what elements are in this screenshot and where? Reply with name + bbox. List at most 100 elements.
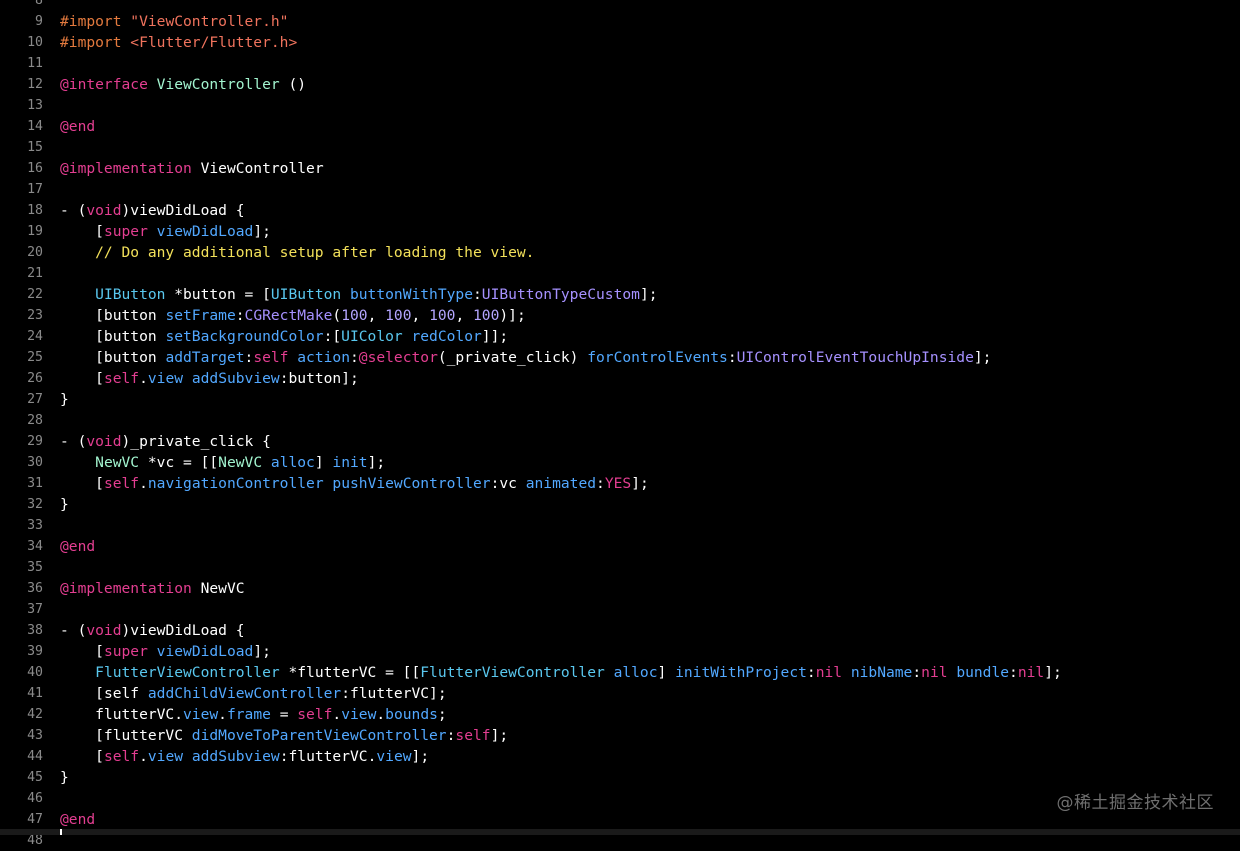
- code-token: ];: [367, 453, 386, 471]
- code-token: ]: [314, 453, 333, 471]
- code-line[interactable]: 37: [0, 599, 1240, 620]
- code-token: :flutterVC.: [279, 747, 377, 765]
- code-token: "ViewController.h": [130, 12, 289, 30]
- code-line[interactable]: 9 #import "ViewController.h": [0, 11, 1240, 32]
- code-token: *vc = [[: [139, 453, 219, 471]
- code-token: bounds: [385, 705, 438, 723]
- code-line[interactable]: 38 - (void)viewDidLoad {: [0, 620, 1240, 641]
- code-line[interactable]: 20 // Do any additional setup after load…: [0, 242, 1240, 263]
- code-token: addChildViewController: [147, 684, 342, 702]
- line-number: 15: [27, 139, 43, 155]
- line-number: 22: [27, 286, 43, 302]
- code-token: flutterVC.: [60, 705, 184, 723]
- code-line[interactable]: 29 - (void)_private_click {: [0, 431, 1240, 452]
- line-code: #import <Flutter/Flutter.h>: [60, 32, 297, 53]
- code-token: ];: [973, 348, 992, 366]
- code-line[interactable]: 24 [button setBackgroundColor:[UIColor r…: [0, 326, 1240, 347]
- code-line[interactable]: 46: [0, 788, 1240, 809]
- code-token: ];: [253, 222, 271, 240]
- code-token: UIControlEventTouchUpInside: [736, 348, 974, 366]
- code-line[interactable]: 12 @interface ViewController (): [0, 74, 1240, 95]
- line-code: [button addTarget:self action:@selector(…: [60, 347, 991, 368]
- code-line[interactable]: 41 [self addChildViewController:flutterV…: [0, 683, 1240, 704]
- code-token: self: [103, 747, 140, 765]
- code-line[interactable]: 31 [self.navigationController pushViewCo…: [0, 473, 1240, 494]
- code-line[interactable]: 26 [self.view addSubview:button];: [0, 368, 1240, 389]
- code-line[interactable]: 42 flutterVC.view.frame = self.view.boun…: [0, 704, 1240, 725]
- code-token: redColor: [411, 327, 482, 345]
- code-line[interactable]: 17: [0, 179, 1240, 200]
- code-line[interactable]: 23 [button setFrame:CGRectMake(100, 100,…: [0, 305, 1240, 326]
- code-line[interactable]: 44 [self.view addSubview:flutterVC.view]…: [0, 746, 1240, 767]
- code-token: }: [60, 495, 69, 513]
- code-token: )_private_click {: [121, 432, 271, 450]
- line-number: 38: [27, 622, 43, 638]
- code-token: )viewDidLoad {: [121, 621, 245, 639]
- code-line[interactable]: 39 [super viewDidLoad];: [0, 641, 1240, 662]
- line-number: 26: [27, 370, 43, 386]
- code-token: [button: [60, 306, 166, 324]
- code-line[interactable]: 16 @implementation ViewController: [0, 158, 1240, 179]
- code-line[interactable]: 14 @end: [0, 116, 1240, 137]
- code-token: void: [86, 432, 122, 450]
- code-line[interactable]: 21: [0, 263, 1240, 284]
- code-token: :: [806, 663, 816, 681]
- code-line[interactable]: 11: [0, 53, 1240, 74]
- code-line[interactable]: 25 [button addTarget:self action:@select…: [0, 347, 1240, 368]
- code-line[interactable]: 27}: [0, 389, 1240, 410]
- code-line[interactable]: 33: [0, 515, 1240, 536]
- code-line[interactable]: 10 #import <Flutter/Flutter.h>: [0, 32, 1240, 53]
- line-number: 41: [27, 685, 43, 701]
- code-line[interactable]: 13: [0, 95, 1240, 116]
- code-line[interactable]: 8: [0, 0, 1240, 11]
- editor-bottom-strip: [0, 829, 1240, 835]
- code-token: )];: [499, 306, 526, 324]
- line-code: }: [60, 389, 69, 410]
- code-token: - (: [60, 432, 87, 450]
- line-code: - (void)_private_click {: [60, 431, 271, 452]
- code-line[interactable]: 43 [flutterVC didMoveToParentViewControl…: [0, 725, 1240, 746]
- code-line[interactable]: 34 @end: [0, 536, 1240, 557]
- code-line[interactable]: 40 FlutterViewController *flutterVC = [[…: [0, 662, 1240, 683]
- code-token: .: [376, 705, 386, 723]
- line-code: FlutterViewController *flutterVC = [[Flu…: [60, 662, 1062, 683]
- code-token: ,: [455, 306, 474, 324]
- line-code: @end: [60, 116, 95, 137]
- line-number: 37: [27, 601, 43, 617]
- code-editor[interactable]: 8 9 #import "ViewController.h" 10 #import <F…: [0, 0, 1240, 848]
- code-token: (: [332, 306, 342, 324]
- code-token: :: [912, 663, 922, 681]
- code-line[interactable]: 47 @end: [0, 809, 1240, 830]
- line-code: [super viewDidLoad];: [60, 641, 271, 662]
- code-line[interactable]: 19 [super viewDidLoad];: [0, 221, 1240, 242]
- code-line[interactable]: 35: [0, 557, 1240, 578]
- code-line[interactable]: 30 NewVC *vc = [[NewVC alloc] init];: [0, 452, 1240, 473]
- code-token: NewVC: [218, 453, 263, 471]
- line-number: 23: [27, 307, 43, 323]
- line-code: #import "ViewController.h": [60, 11, 288, 32]
- code-token: ;: [437, 705, 447, 723]
- code-line[interactable]: 18 - (void)viewDidLoad {: [0, 200, 1240, 221]
- code-token: didMoveToParentViewController: [191, 726, 447, 744]
- code-token: ViewController: [156, 75, 280, 93]
- line-number: 43: [27, 727, 43, 743]
- code-line[interactable]: 36 @implementation NewVC: [0, 578, 1240, 599]
- line-number: 8: [35, 0, 43, 8]
- code-token: super: [103, 222, 148, 240]
- code-token: =: [270, 705, 298, 723]
- code-token: UIButtonTypeCustom: [481, 285, 640, 303]
- watermark-text: @稀土掘金技术社区: [1056, 793, 1214, 813]
- line-code: [self.view addSubview:flutterVC.view];: [60, 746, 429, 767]
- code-lines[interactable]: 8 9 #import "ViewController.h" 10 #import <F…: [0, 0, 1240, 851]
- code-line[interactable]: 32}: [0, 494, 1240, 515]
- code-line[interactable]: 15: [0, 137, 1240, 158]
- code-line[interactable]: 28: [0, 410, 1240, 431]
- code-line[interactable]: 22 UIButton *button = [UIButton buttonWi…: [0, 284, 1240, 305]
- code-token: nibName: [850, 663, 913, 681]
- code-line[interactable]: 45}: [0, 767, 1240, 788]
